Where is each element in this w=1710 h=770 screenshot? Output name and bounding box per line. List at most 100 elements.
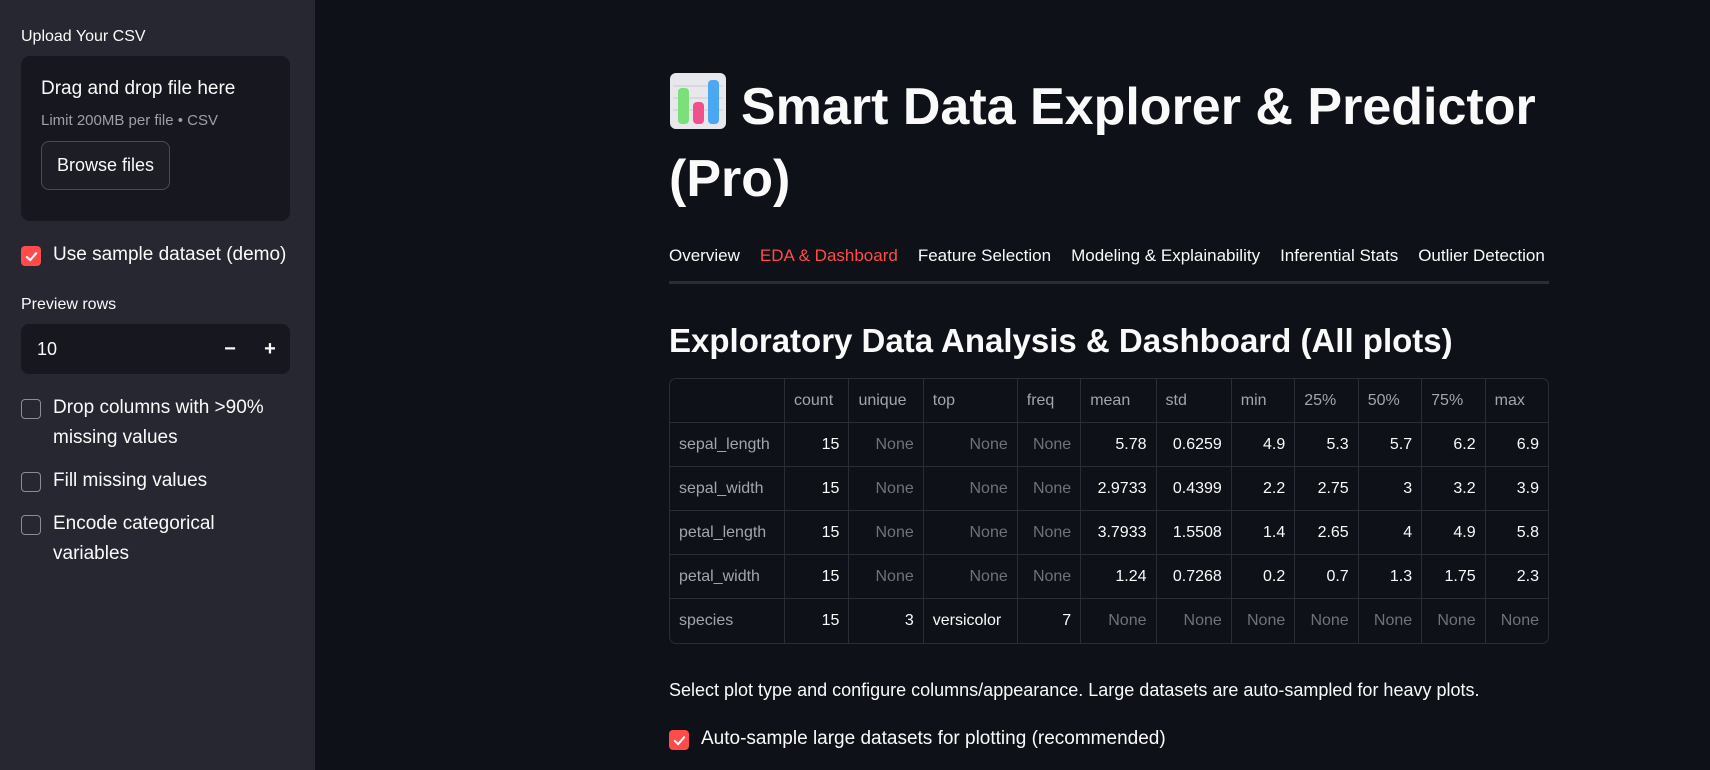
use-sample-checkbox-row[interactable]: Use sample dataset (demo) [21, 243, 294, 270]
row-index-cell[interactable]: petal_width [670, 555, 785, 599]
row-index-cell[interactable]: species [670, 599, 785, 643]
table-cell[interactable]: None [1359, 599, 1423, 643]
column-header[interactable] [670, 379, 785, 423]
table-cell[interactable]: 2.65 [1295, 511, 1359, 555]
table-cell[interactable]: 0.7268 [1156, 555, 1232, 599]
table-cell[interactable]: None [849, 555, 924, 599]
table-cell[interactable]: None [849, 423, 924, 467]
decrement-button[interactable]: − [210, 324, 250, 374]
table-cell[interactable]: 4.9 [1231, 423, 1296, 467]
drop-columns-checkbox-row[interactable]: Drop columns with >90% missing values [21, 396, 294, 453]
main-content: Smart Data Explorer & Predictor (Pro) Ov… [669, 72, 1549, 754]
column-header[interactable]: 75% [1422, 379, 1486, 423]
table-cell[interactable]: None [1422, 599, 1486, 643]
checkbox-checked-icon[interactable] [669, 730, 689, 750]
table-cell[interactable]: 6.2 [1422, 423, 1486, 467]
table-cell[interactable]: None [923, 423, 1018, 467]
table-cell[interactable]: 1.75 [1422, 555, 1486, 599]
table-cell[interactable]: 0.6259 [1156, 423, 1232, 467]
row-index-cell[interactable]: sepal_width [670, 467, 785, 511]
column-header[interactable]: count [785, 379, 850, 423]
tab-feature-selection[interactable]: Feature Selection [918, 244, 1051, 281]
table-cell[interactable]: 3.2 [1422, 467, 1486, 511]
table-cell[interactable]: 0.4399 [1156, 467, 1232, 511]
table-cell[interactable]: None [1157, 599, 1232, 643]
column-header[interactable]: 50% [1358, 379, 1423, 423]
tab-overview[interactable]: Overview [669, 244, 740, 281]
table-cell[interactable]: 1.5508 [1156, 511, 1232, 555]
table-cell[interactable]: None [1017, 467, 1082, 511]
column-header[interactable]: unique [849, 379, 924, 423]
table-cell[interactable]: 3.7933 [1081, 511, 1157, 555]
describe-table: count unique top freq mean std min 25% 5… [669, 378, 1549, 644]
preview-rows-stepper: 10 − + [21, 324, 290, 374]
table-cell[interactable]: 2.3 [1485, 555, 1548, 599]
table-cell[interactable]: 15 [785, 511, 850, 555]
table-cell[interactable]: None [1081, 599, 1157, 643]
tab-eda-dashboard[interactable]: EDA & Dashboard [760, 244, 898, 281]
tab-inferential-stats[interactable]: Inferential Stats [1280, 244, 1398, 281]
column-header[interactable]: 25% [1295, 379, 1359, 423]
row-index-cell[interactable]: sepal_length [670, 423, 785, 467]
table-cell[interactable]: 15 [785, 467, 850, 511]
table-cell[interactable]: None [849, 467, 924, 511]
preview-rows-input[interactable]: 10 [21, 339, 210, 360]
table-cell[interactable]: 15 [785, 555, 850, 599]
table-cell[interactable]: 3 [849, 599, 924, 643]
table-cell[interactable]: versicolor [924, 599, 1018, 643]
table-cell[interactable]: 15 [785, 599, 850, 643]
table-cell[interactable]: 2.2 [1231, 467, 1296, 511]
table-cell[interactable]: None [1295, 599, 1359, 643]
tab-modeling-explainability[interactable]: Modeling & Explainability [1071, 244, 1260, 281]
row-index-cell[interactable]: petal_length [670, 511, 785, 555]
table-cell[interactable]: None [923, 511, 1018, 555]
column-header[interactable]: max [1485, 379, 1548, 423]
column-header[interactable]: top [923, 379, 1018, 423]
checkbox-checked-icon[interactable] [21, 246, 41, 266]
column-header[interactable]: freq [1017, 379, 1082, 423]
checkbox-unchecked-icon[interactable] [21, 472, 41, 492]
encode-categorical-checkbox-row[interactable]: Encode categorical variables [21, 512, 294, 569]
table-cell[interactable]: 4.9 [1422, 511, 1486, 555]
fill-missing-checkbox-row[interactable]: Fill missing values [21, 469, 294, 496]
fill-missing-label: Fill missing values [53, 470, 208, 491]
file-uploader-dropzone[interactable]: Drag and drop file here Limit 200MB per … [21, 56, 290, 221]
table-cell[interactable]: 4 [1358, 511, 1423, 555]
table-cell[interactable]: 1.4 [1231, 511, 1296, 555]
column-header[interactable]: min [1231, 379, 1296, 423]
table-cell[interactable]: 2.75 [1295, 467, 1359, 511]
checkbox-unchecked-icon[interactable] [21, 399, 41, 419]
table-cell[interactable]: None [1017, 423, 1082, 467]
table-cell[interactable]: 1.24 [1081, 555, 1157, 599]
table-cell[interactable]: None [849, 511, 924, 555]
table-cell[interactable]: 15 [785, 423, 850, 467]
table-cell[interactable]: 7 [1018, 599, 1082, 643]
browse-files-button[interactable]: Browse files [41, 141, 171, 190]
column-header[interactable]: std [1156, 379, 1232, 423]
auto-sample-checkbox-row[interactable]: Auto-sample large datasets for plotting … [669, 727, 1549, 754]
table-cell[interactable]: None [1017, 555, 1082, 599]
table-cell[interactable]: 6.9 [1485, 423, 1548, 467]
table-cell[interactable]: 2.9733 [1081, 467, 1157, 511]
use-sample-label: Use sample dataset (demo) [53, 244, 287, 265]
table-cell[interactable]: 3.9 [1485, 467, 1548, 511]
tab-outlier-detection[interactable]: Outlier Detection [1418, 244, 1545, 281]
table-cell[interactable]: None [1486, 599, 1548, 643]
column-header[interactable]: mean [1081, 379, 1157, 423]
table-cell[interactable]: 0.7 [1295, 555, 1359, 599]
table-cell[interactable]: 1.3 [1358, 555, 1423, 599]
table-cell[interactable]: 0.2 [1231, 555, 1296, 599]
table-cell[interactable]: None [923, 467, 1018, 511]
table-cell[interactable]: 5.8 [1485, 511, 1548, 555]
checkbox-unchecked-icon[interactable] [21, 515, 41, 535]
table-row: sepal_width 15 None None None 2.9733 0.4399 2.2… [670, 467, 1548, 511]
table-header-row: count unique top freq mean std min 25% 5… [670, 379, 1548, 423]
table-cell[interactable]: 5.3 [1295, 423, 1359, 467]
increment-button[interactable]: + [250, 324, 290, 374]
table-cell[interactable]: None [923, 555, 1018, 599]
table-cell[interactable]: None [1232, 599, 1296, 643]
table-cell[interactable]: 5.7 [1358, 423, 1423, 467]
table-cell[interactable]: None [1017, 511, 1082, 555]
table-cell[interactable]: 5.78 [1081, 423, 1157, 467]
table-cell[interactable]: 3 [1358, 467, 1423, 511]
